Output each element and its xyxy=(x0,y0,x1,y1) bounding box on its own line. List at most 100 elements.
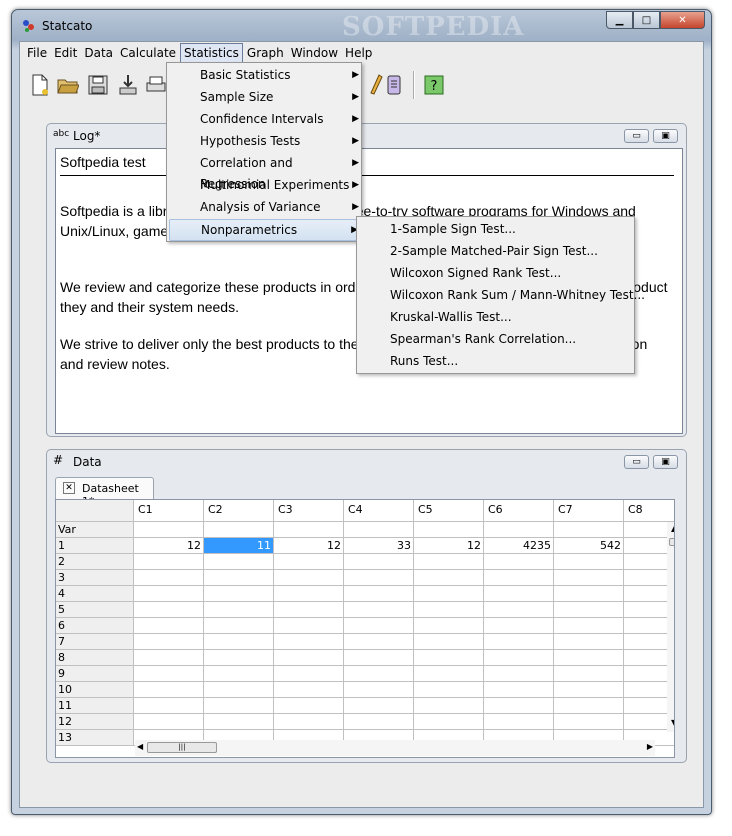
row-header[interactable]: 11 xyxy=(56,698,134,714)
data-cell[interactable] xyxy=(274,602,344,618)
data-cell[interactable] xyxy=(344,634,414,650)
data-cell[interactable] xyxy=(554,634,624,650)
data-cell[interactable] xyxy=(134,602,204,618)
data-cell[interactable] xyxy=(414,570,484,586)
data-cell[interactable] xyxy=(414,698,484,714)
data-cell[interactable] xyxy=(274,634,344,650)
data-cell[interactable] xyxy=(484,570,554,586)
row-header[interactable]: 8 xyxy=(56,650,134,666)
nonparametrics-menu-item[interactable]: Wilcoxon Signed Rank Test... xyxy=(359,263,561,285)
data-cell[interactable] xyxy=(274,554,344,570)
data-cell[interactable] xyxy=(274,650,344,666)
data-cell[interactable] xyxy=(274,682,344,698)
var-name-cell[interactable] xyxy=(414,522,484,538)
data-cell[interactable] xyxy=(414,682,484,698)
column-header[interactable]: C7 xyxy=(554,500,624,522)
statistics-menu-item[interactable]: Multinomial Experiments ▶ xyxy=(169,175,359,197)
data-cell[interactable] xyxy=(484,634,554,650)
menu-data[interactable]: Data xyxy=(81,44,116,62)
var-name-cell[interactable] xyxy=(484,522,554,538)
menu-window[interactable]: Window xyxy=(288,44,341,62)
data-cell[interactable] xyxy=(204,698,274,714)
nonparametrics-menu-item[interactable]: 1-Sample Sign Test... xyxy=(359,219,516,241)
data-cell[interactable] xyxy=(274,570,344,586)
data-cell[interactable] xyxy=(344,682,414,698)
data-cell[interactable] xyxy=(274,698,344,714)
data-cell[interactable] xyxy=(134,682,204,698)
row-header[interactable]: 3 xyxy=(56,570,134,586)
scroll-up-icon[interactable]: ▲ xyxy=(671,524,674,533)
horizontal-scroll-thumb[interactable]: ||| xyxy=(147,742,217,753)
data-cell[interactable]: 12 xyxy=(134,538,204,554)
menu-help[interactable]: Help xyxy=(342,44,375,62)
data-cell[interactable] xyxy=(344,698,414,714)
data-cell[interactable] xyxy=(134,714,204,730)
var-name-cell[interactable] xyxy=(204,522,274,538)
scroll-right-icon[interactable]: ▶ xyxy=(647,742,653,751)
menu-file[interactable]: File xyxy=(24,44,50,62)
scroll-left-icon[interactable]: ◀ xyxy=(137,742,143,751)
data-cell[interactable] xyxy=(344,714,414,730)
new-file-button[interactable] xyxy=(28,73,52,97)
var-name-cell[interactable] xyxy=(274,522,344,538)
data-cell[interactable] xyxy=(274,618,344,634)
nonparametrics-menu-item[interactable]: Runs Test... xyxy=(359,351,458,373)
vertical-scroll-thumb[interactable] xyxy=(669,538,674,546)
vertical-scrollbar[interactable]: ▲ ▼ xyxy=(667,522,674,732)
column-header[interactable]: C1 xyxy=(134,500,204,522)
close-button[interactable]: ✕ xyxy=(660,11,705,29)
tab-datasheet-1[interactable]: ✕ Datasheet 1* xyxy=(55,477,154,508)
statistics-menu-item[interactable]: Sample Size ▶ xyxy=(169,87,359,109)
data-cell[interactable] xyxy=(484,554,554,570)
data-cell[interactable] xyxy=(204,602,274,618)
log-maximize-button[interactable]: ▣ xyxy=(653,129,678,143)
log-minimize-button[interactable]: ▭ xyxy=(624,129,649,143)
data-cell[interactable] xyxy=(484,650,554,666)
maximize-button[interactable]: □ xyxy=(633,11,660,29)
data-maximize-button[interactable]: ▣ xyxy=(653,455,678,469)
data-cell[interactable] xyxy=(344,586,414,602)
data-cell[interactable] xyxy=(484,698,554,714)
data-cell[interactable] xyxy=(554,570,624,586)
menu-graph[interactable]: Graph xyxy=(244,44,287,62)
row-header[interactable]: 9 xyxy=(56,666,134,682)
statistics-menu-item[interactable]: Correlation and Regression ▶ xyxy=(169,153,359,191)
statistics-menu-item[interactable]: Basic Statistics ▶ xyxy=(169,65,359,87)
column-header[interactable]: C4 xyxy=(344,500,414,522)
data-cell[interactable] xyxy=(484,602,554,618)
data-cell[interactable] xyxy=(204,570,274,586)
data-cell[interactable] xyxy=(134,698,204,714)
scroll-down-icon[interactable]: ▼ xyxy=(671,718,674,727)
data-cell[interactable] xyxy=(204,650,274,666)
save-button[interactable] xyxy=(86,73,110,97)
data-cell[interactable] xyxy=(204,586,274,602)
data-cell[interactable] xyxy=(274,714,344,730)
data-cell[interactable] xyxy=(414,650,484,666)
statistics-menu-item[interactable]: Hypothesis Tests ▶ xyxy=(169,131,359,153)
row-header[interactable]: 6 xyxy=(56,618,134,634)
menu-calculate[interactable]: Calculate xyxy=(117,44,179,62)
data-cell[interactable] xyxy=(134,634,204,650)
data-cell[interactable] xyxy=(484,682,554,698)
data-cell[interactable] xyxy=(344,570,414,586)
data-cell[interactable] xyxy=(414,602,484,618)
data-cell[interactable] xyxy=(344,602,414,618)
data-cell[interactable] xyxy=(204,618,274,634)
data-cell[interactable] xyxy=(414,618,484,634)
data-cell[interactable] xyxy=(134,650,204,666)
data-cell[interactable] xyxy=(414,634,484,650)
log-window-header[interactable]: abc Log* ▭ ▣ xyxy=(51,126,682,144)
data-cell[interactable] xyxy=(204,666,274,682)
print-button[interactable] xyxy=(144,73,168,97)
help-button[interactable]: ? xyxy=(422,73,446,97)
row-header[interactable]: 10 xyxy=(56,682,134,698)
data-cell[interactable] xyxy=(554,554,624,570)
menu-statistics[interactable]: Statistics xyxy=(180,42,243,63)
data-cell[interactable] xyxy=(484,618,554,634)
row-header[interactable]: 7 xyxy=(56,634,134,650)
data-cell[interactable] xyxy=(134,586,204,602)
data-cell[interactable]: 12 xyxy=(414,538,484,554)
data-cell[interactable] xyxy=(554,666,624,682)
nonparametrics-menu-item[interactable]: Spearman's Rank Correlation... xyxy=(359,329,576,351)
nonparametrics-menu-item[interactable]: 2-Sample Matched-Pair Sign Test... xyxy=(359,241,598,263)
